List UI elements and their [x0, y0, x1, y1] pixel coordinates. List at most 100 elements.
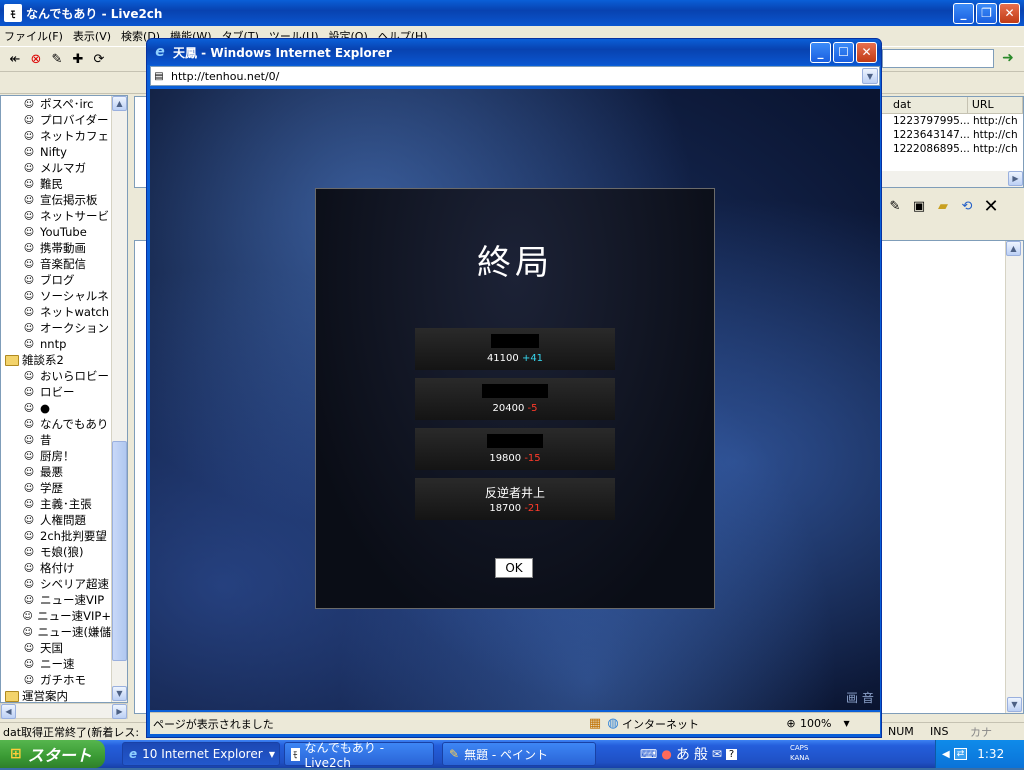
protected-mode-icon[interactable]: ▦ — [586, 715, 604, 733]
ok-button[interactable]: OK — [495, 558, 533, 578]
stop-icon[interactable]: ⊗ — [27, 50, 45, 68]
tool-icon[interactable]: ✎ — [48, 50, 66, 68]
tree-board-item[interactable]: ☺ 格付け — [3, 560, 111, 576]
thread-view-scroll-up-button[interactable]: ▲ — [1006, 241, 1021, 256]
zoom-dropdown-icon[interactable]: ▼ — [843, 719, 849, 728]
table-row[interactable]: 1223797995... http://ch — [881, 114, 1023, 128]
tool-icon[interactable]: ✉ — [712, 747, 722, 761]
sound-toggle-text[interactable]: 画 音 — [846, 689, 874, 706]
tree-board-item[interactable]: ☺ 厨房！ — [3, 448, 111, 464]
tree-scroll-down-button[interactable]: ▼ — [112, 686, 127, 701]
ie-maximize-button[interactable]: ☐ — [833, 41, 854, 63]
ie-url[interactable]: http://tenhou.net/0/ — [171, 70, 279, 83]
ie-minimize-button[interactable]: _ — [810, 41, 831, 63]
menu-item-1[interactable]: 表示(V) — [73, 28, 111, 44]
ime-mode[interactable]: あ — [676, 744, 690, 764]
address-dropdown-button[interactable]: ▼ — [862, 68, 878, 84]
ie-title-bar[interactable]: e 天鳳 - Windows Internet Explorer _ ☐ ✕ — [147, 39, 881, 65]
tree-board-item[interactable]: ☺ メルマガ — [3, 160, 111, 176]
thread-scroll-right-button[interactable]: ▶ — [1008, 171, 1023, 186]
tree-scroll-right-button[interactable]: ▶ — [112, 704, 127, 719]
ime-pad-icon[interactable]: ● — [661, 747, 671, 761]
tree-board-item[interactable]: ☺ 学歴 — [3, 480, 111, 496]
tree-board-item[interactable]: ☺ 人権問題 — [3, 512, 111, 528]
start-button[interactable]: ⊞ スタート — [0, 740, 105, 768]
tree-board-item[interactable]: ☺ nntp — [3, 336, 111, 352]
tree-board-item[interactable]: ☺ おいらロビー — [3, 368, 111, 384]
tree-scroll-up-button[interactable]: ▲ — [112, 96, 127, 111]
tree-board-item[interactable]: ☺ プロバイダー — [3, 112, 111, 128]
keyboard-icon[interactable]: ⌨ — [640, 747, 657, 761]
tree-board-item[interactable]: ☺ 難民 — [3, 176, 111, 192]
menu-item-0[interactable]: ファイル(F) — [4, 28, 63, 44]
tree-board-item[interactable]: ☺ Nifty — [3, 144, 111, 160]
reload-icon[interactable]: ⟲ — [958, 197, 976, 215]
save-icon[interactable]: ▣ — [910, 197, 928, 215]
taskbar-button-live2ch[interactable]: ﾓ なんでもあり - Live2ch — [284, 741, 434, 770]
tree-hscrollbar[interactable]: ◀ ▶ — [0, 703, 128, 719]
close-tab-icon[interactable]: ✕ — [982, 196, 1000, 217]
tree-folder[interactable]: 雑談系2 — [3, 352, 111, 368]
tree-board-item[interactable]: ☺ ニュー速VIP — [3, 592, 111, 608]
tree-board-item[interactable]: ☺ 天国 — [3, 640, 111, 656]
tree-board-item[interactable]: ☺ 最悪 — [3, 464, 111, 480]
windows-logo-icon: ⊞ — [10, 746, 22, 762]
tree-board-item[interactable]: ☺ 主義･主張 — [3, 496, 111, 512]
taskbar-button-paint[interactable]: ✎ 無題 - ペイント — [442, 742, 596, 766]
tree-board-item[interactable]: ☺ ニー速 — [3, 656, 111, 672]
tree-board-item[interactable]: ☺ ニュー速(嫌儲 — [3, 624, 111, 640]
refresh-icon[interactable]: ⟳ — [90, 50, 108, 68]
tree-board-item[interactable]: ☺ ポスペ･irc — [3, 96, 111, 112]
tree-board-item[interactable]: ☺ YouTube — [3, 224, 111, 240]
go-button[interactable]: ➜ — [998, 50, 1018, 68]
tree-board-item[interactable]: ☺ ニュー速VIP+ — [3, 608, 111, 624]
tray-expand-icon[interactable]: ◀ — [942, 749, 950, 760]
ie-zoom[interactable]: 100% — [800, 717, 831, 730]
tree-board-item[interactable]: ☺ ソーシャルネ — [3, 288, 111, 304]
col-header-dat[interactable]: dat — [889, 97, 968, 113]
table-row[interactable]: 1223643147... http://ch — [881, 128, 1023, 142]
tree-board-item[interactable]: ☺ ネットカフェ — [3, 128, 111, 144]
tree-board-item[interactable]: ☺ オークション — [3, 320, 111, 336]
ime-conversion[interactable]: 般 — [694, 744, 708, 764]
help-icon[interactable]: ? — [725, 748, 738, 760]
tree-board-item[interactable]: ☺ ロビー — [3, 384, 111, 400]
tree-board-item[interactable]: ☺ 音楽配信 — [3, 256, 111, 272]
main-restore-button[interactable]: ❐ — [976, 2, 997, 24]
zoom-icon[interactable]: ⊕ — [782, 715, 800, 733]
tree-board-item[interactable]: ☺ ブログ — [3, 272, 111, 288]
tree-board-item[interactable]: ☺ ネットサービ — [3, 208, 111, 224]
tree-board-item[interactable]: ☺ 昔 — [3, 432, 111, 448]
tree-scroll-thumb[interactable] — [112, 441, 127, 661]
group-dropdown-icon[interactable]: ▼ — [269, 750, 275, 759]
thread-view-scrollbar[interactable]: ▲ ▼ — [1005, 241, 1023, 713]
ie-close-button[interactable]: ✕ — [856, 41, 877, 63]
network-icon[interactable]: ⇄ — [953, 748, 968, 760]
cross-icon[interactable]: ✚ — [69, 50, 87, 68]
clock[interactable]: 1:32 — [977, 747, 1004, 761]
tree-board-item[interactable]: ☺ モ娘(狼) — [3, 544, 111, 560]
tree-board-item[interactable]: ☺ ネットwatch — [3, 304, 111, 320]
tree-board-item[interactable]: ☺ なんでもあり — [3, 416, 111, 432]
main-title-bar[interactable]: ﾓ なんでもあり - Live2ch _ ❐ ✕ — [0, 0, 1024, 26]
tree-board-item[interactable]: ☺ 携帯動画 — [3, 240, 111, 256]
thread-hscrollbar[interactable]: ▶ — [881, 171, 1023, 187]
tree-board-item[interactable]: ☺ 宣伝掲示板 — [3, 192, 111, 208]
write-icon[interactable]: ✎ — [886, 197, 904, 215]
col-header-url[interactable]: URL — [968, 97, 1023, 113]
taskbar-button-ie[interactable]: e 10 Internet Explorer ▼ — [122, 742, 280, 766]
tree-scrollbar[interactable]: ▲ ▼ — [111, 96, 127, 702]
tree-board-item[interactable]: ☺ シベリア超速 — [3, 576, 111, 592]
table-row[interactable]: 1222086895... http://ch — [881, 142, 1023, 156]
tree-board-item[interactable]: ☺ 2ch批判要望 — [3, 528, 111, 544]
main-close-button[interactable]: ✕ — [999, 2, 1020, 24]
main-minimize-button[interactable]: _ — [953, 2, 974, 24]
back-icon[interactable]: ↞ — [6, 50, 24, 68]
folder-icon[interactable]: ▰ — [934, 197, 952, 215]
tree-board-item[interactable]: ☺ ガチホモ — [3, 672, 111, 688]
tree-folder[interactable]: 運営案内 — [3, 688, 111, 702]
address-combo[interactable] — [882, 49, 994, 68]
thread-view-scroll-down-button[interactable]: ▼ — [1007, 697, 1022, 712]
tree-board-item[interactable]: ☺ ● — [3, 400, 111, 416]
tree-scroll-left-button[interactable]: ◀ — [1, 704, 16, 719]
